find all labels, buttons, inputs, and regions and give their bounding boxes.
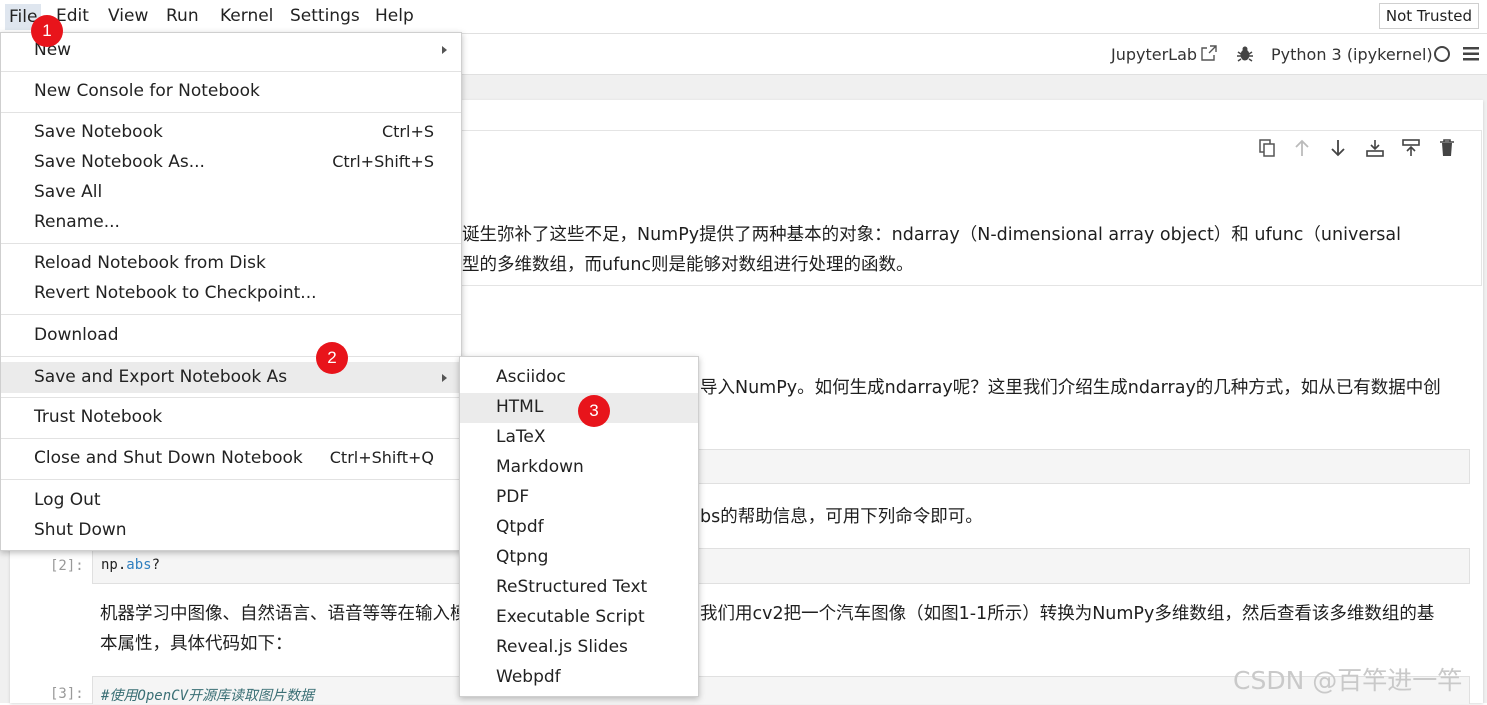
- menu-item-label: Save Notebook As...: [34, 152, 205, 172]
- code-line: #使用OpenCV开源库读取图片数据: [101, 688, 315, 704]
- menu-item-label: Save and Export Notebook As: [34, 367, 288, 387]
- menu-item-label: Qtpdf: [496, 517, 544, 537]
- export-markdown[interactable]: Markdown: [460, 453, 698, 483]
- menu-item-label: Download: [34, 325, 119, 345]
- menu-item-label: Markdown: [496, 457, 584, 477]
- menu-item-label: Save All: [34, 182, 103, 202]
- submenu-arrow-icon: [442, 374, 447, 382]
- delete-cell-icon[interactable]: [1439, 139, 1455, 157]
- markdown-text-line: 本属性，具体代码如下：: [100, 634, 293, 654]
- move-cell-up-icon[interactable]: [1293, 139, 1311, 157]
- menu-item-label: Save Notebook: [34, 122, 163, 142]
- menu-item-label: Log Out: [34, 490, 101, 510]
- menu-item-label: PDF: [496, 487, 530, 507]
- menu-item-label: LaTeX: [496, 427, 546, 447]
- menu-item-revert-to-checkpoint[interactable]: Revert Notebook to Checkpoint...: [1, 280, 461, 308]
- export-pdf[interactable]: PDF: [460, 483, 698, 513]
- menu-shortcut: Ctrl+Shift+Q: [329, 448, 434, 467]
- menu-shortcut: Ctrl+S: [381, 122, 434, 141]
- code-cell-input[interactable]: np.abs?: [92, 548, 1470, 584]
- hamburger-menu-icon[interactable]: [1463, 47, 1479, 61]
- insert-cell-below-icon[interactable]: [1402, 139, 1420, 157]
- kernel-status-idle-icon: [1434, 46, 1450, 62]
- menu-item-download[interactable]: Download: [1, 322, 461, 350]
- menu-separator: [1, 356, 461, 357]
- menu-item-shut-down[interactable]: Shut Down: [1, 517, 461, 545]
- duplicate-cell-icon[interactable]: [1258, 139, 1276, 157]
- step-badge-3: 3: [578, 395, 610, 427]
- markdown-text-line: 型的多维数组，而ufunc则是能够对数组进行处理的函数。: [462, 255, 914, 275]
- export-reveal-slides[interactable]: Reveal.js Slides: [460, 633, 698, 663]
- export-latex[interactable]: LaTeX: [460, 423, 698, 453]
- export-restructured-text[interactable]: ReStructured Text: [460, 573, 698, 603]
- submenu-arrow-icon: [442, 46, 447, 54]
- menu-item-reload-from-disk[interactable]: Reload Notebook from Disk: [1, 250, 461, 278]
- export-webpdf[interactable]: Webpdf: [460, 663, 698, 693]
- menubar: File Edit View Run Kernel Settings Help …: [0, 0, 1487, 34]
- file-menu: New New Console for Notebook Save Notebo…: [0, 32, 462, 551]
- markdown-text-line: 机器学习中图像、自然语言、语音等等在输入模: [100, 604, 468, 624]
- menu-item-rename[interactable]: Rename...: [1, 209, 461, 237]
- menu-item-label: Asciidoc: [496, 367, 566, 387]
- step-badge-2: 2: [316, 342, 348, 374]
- markdown-text-line: 诞生弥补了这些不足，NumPy提供了两种基本的对象：ndarray（N-dime…: [462, 225, 1401, 245]
- menu-item-label: Trust Notebook: [34, 407, 163, 427]
- export-qtpdf[interactable]: Qtpdf: [460, 513, 698, 543]
- menu-item-label: Executable Script: [496, 607, 645, 627]
- menu-separator: [1, 314, 461, 315]
- menu-run[interactable]: Run: [166, 6, 199, 26]
- export-executable-script[interactable]: Executable Script: [460, 603, 698, 633]
- menu-separator: [1, 112, 461, 113]
- menu-item-label: Revert Notebook to Checkpoint...: [34, 283, 317, 303]
- menu-item-label: Qtpng: [496, 547, 549, 567]
- menu-item-save-notebook-as[interactable]: Save Notebook As... Ctrl+Shift+S: [1, 149, 461, 177]
- menu-separator: [1, 243, 461, 244]
- menu-item-label: Rename...: [34, 212, 120, 232]
- menu-separator: [1, 71, 461, 72]
- menu-item-label: New Console for Notebook: [34, 81, 260, 101]
- menu-item-new-console[interactable]: New Console for Notebook: [1, 78, 461, 106]
- export-qtpng[interactable]: Qtpng: [460, 543, 698, 573]
- external-link-icon[interactable]: [1201, 45, 1217, 61]
- menu-separator: [1, 479, 461, 480]
- menu-separator: [1, 397, 461, 398]
- cell-prompt: [2]:: [50, 558, 84, 574]
- menu-item-save-all[interactable]: Save All: [1, 179, 461, 207]
- menu-item-new[interactable]: New: [1, 37, 461, 65]
- menu-item-label: Close and Shut Down Notebook: [34, 448, 303, 468]
- debugger-bug-icon[interactable]: [1236, 45, 1254, 63]
- cell-prompt: [3]:: [50, 686, 84, 702]
- menu-shortcut: Ctrl+Shift+S: [332, 152, 434, 171]
- open-in-jupyterlab-link[interactable]: JupyterLab: [1111, 45, 1197, 64]
- menu-item-close-and-shutdown[interactable]: Close and Shut Down Notebook Ctrl+Shift+…: [1, 445, 461, 473]
- menu-item-label: Webpdf: [496, 667, 561, 687]
- step-badge-1: 1: [31, 15, 63, 47]
- menu-view[interactable]: View: [108, 6, 148, 26]
- menu-item-save-and-export[interactable]: Save and Export Notebook As: [1, 362, 461, 393]
- menu-item-log-out[interactable]: Log Out: [1, 487, 461, 515]
- menu-settings[interactable]: Settings: [290, 6, 360, 26]
- menu-help[interactable]: Help: [375, 6, 414, 26]
- kernel-name-button[interactable]: Python 3 (ipykernel): [1271, 45, 1433, 64]
- code-line: np.abs?: [101, 557, 161, 573]
- menu-item-save-notebook[interactable]: Save Notebook Ctrl+S: [1, 119, 461, 147]
- markdown-text-line: 我们用cv2把一个汽车图像（如图1-1所示）转换为NumPy多维数组，然后查看该…: [700, 604, 1435, 624]
- insert-cell-above-icon[interactable]: [1366, 139, 1384, 157]
- menu-separator: [1, 438, 461, 439]
- markdown-text-line: bs的帮助信息，可用下列命令即可。: [700, 507, 983, 527]
- trust-status-button[interactable]: Not Trusted: [1378, 3, 1479, 29]
- move-cell-down-icon[interactable]: [1329, 139, 1347, 157]
- menu-item-label: Shut Down: [34, 520, 127, 540]
- export-asciidoc[interactable]: Asciidoc: [460, 363, 698, 393]
- markdown-text-line: 导入NumPy。如何生成ndarray呢？这里我们介绍生成ndarray的几种方…: [700, 378, 1441, 398]
- menu-item-label: Reveal.js Slides: [496, 637, 628, 657]
- menu-item-label: HTML: [496, 397, 544, 417]
- menu-item-label: ReStructured Text: [496, 577, 648, 597]
- menu-item-trust-notebook[interactable]: Trust Notebook: [1, 404, 461, 432]
- menu-kernel[interactable]: Kernel: [220, 6, 273, 26]
- watermark-text: CSDN @百竿进一竿: [1233, 666, 1463, 695]
- menu-item-label: Reload Notebook from Disk: [34, 253, 266, 273]
